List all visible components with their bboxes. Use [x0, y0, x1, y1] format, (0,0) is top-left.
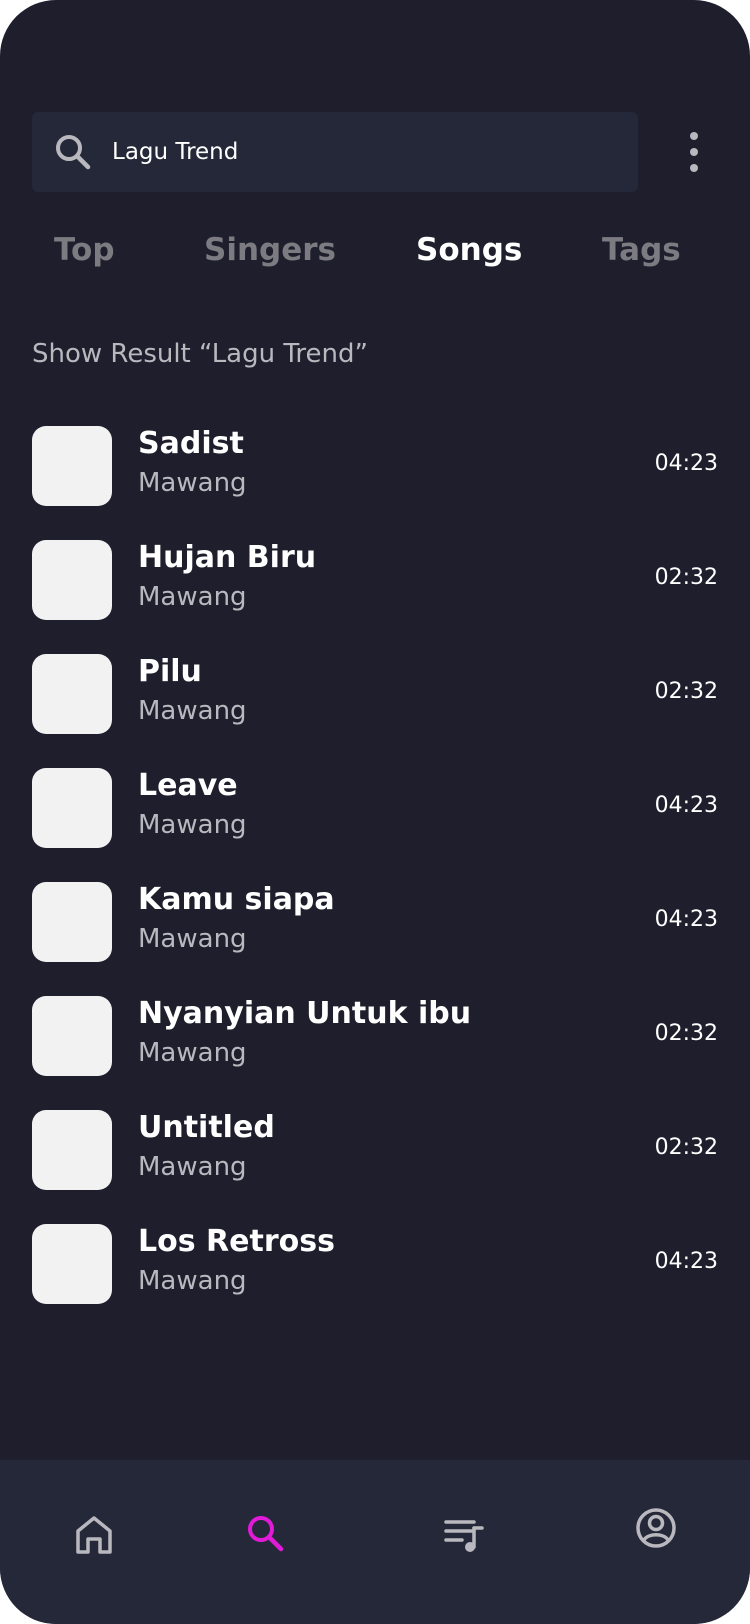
song-row[interactable]: Sadist Mawang 04:23	[0, 424, 750, 506]
song-artist: Mawang	[138, 1266, 247, 1296]
song-row[interactable]: Kamu siapa Mawang 04:23	[0, 880, 750, 962]
song-thumbnail	[32, 768, 112, 848]
song-artist: Mawang	[138, 924, 247, 954]
song-row[interactable]: Nyanyian Untuk ibu Mawang 02:32	[0, 994, 750, 1076]
song-title: Sadist	[138, 426, 244, 461]
song-title: Kamu siapa	[138, 882, 335, 917]
song-duration: 04:23	[654, 793, 718, 818]
song-thumbnail	[32, 540, 112, 620]
song-artist: Mawang	[138, 468, 247, 498]
song-thumbnail	[32, 882, 112, 962]
song-artist: Mawang	[138, 1152, 247, 1182]
song-artist: Mawang	[138, 582, 247, 612]
song-thumbnail	[32, 426, 112, 506]
song-thumbnail	[32, 996, 112, 1076]
playlist-icon[interactable]	[442, 1512, 486, 1556]
song-title: Pilu	[138, 654, 202, 689]
search-icon	[56, 135, 91, 170]
song-row[interactable]: Pilu Mawang 02:32	[0, 652, 750, 734]
song-title: Nyanyian Untuk ibu	[138, 996, 472, 1031]
song-duration: 02:32	[654, 679, 718, 704]
song-thumbnail	[32, 1110, 112, 1190]
search-icon[interactable]	[244, 1512, 288, 1556]
song-row[interactable]: Los Retross Mawang 04:23	[0, 1222, 750, 1304]
tab-singers[interactable]: Singers	[204, 232, 336, 268]
song-title: Leave	[138, 768, 238, 803]
profile-icon[interactable]	[634, 1506, 678, 1550]
app-screen: Top Singers Songs Tags Show Result “Lagu…	[0, 0, 750, 1624]
song-title: Untitled	[138, 1110, 275, 1145]
song-duration: 04:23	[654, 451, 718, 476]
tab-songs[interactable]: Songs	[416, 232, 522, 268]
song-row[interactable]: Untitled Mawang 02:32	[0, 1108, 750, 1190]
song-thumbnail	[32, 1224, 112, 1304]
result-heading: Show Result “Lagu Trend”	[32, 339, 368, 369]
song-artist: Mawang	[138, 810, 247, 840]
search-input[interactable]	[112, 130, 612, 174]
tab-tags[interactable]: Tags	[602, 232, 681, 268]
search-bar[interactable]	[32, 112, 638, 192]
more-vertical-icon[interactable]	[680, 128, 708, 176]
song-duration: 02:32	[654, 1021, 718, 1046]
song-row[interactable]: Hujan Biru Mawang 02:32	[0, 538, 750, 620]
home-icon[interactable]	[72, 1512, 116, 1556]
song-artist: Mawang	[138, 696, 247, 726]
song-artist: Mawang	[138, 1038, 247, 1068]
tab-top[interactable]: Top	[54, 232, 115, 268]
song-duration: 02:32	[654, 1135, 718, 1160]
song-title: Hujan Biru	[138, 540, 317, 575]
song-duration: 04:23	[654, 1249, 718, 1274]
song-duration: 04:23	[654, 907, 718, 932]
song-duration: 02:32	[654, 565, 718, 590]
song-title: Los Retross	[138, 1224, 335, 1259]
song-row[interactable]: Leave Mawang 04:23	[0, 766, 750, 848]
bottom-nav	[0, 1460, 750, 1624]
tab-bar: Top Singers Songs Tags	[0, 232, 750, 282]
song-thumbnail	[32, 654, 112, 734]
